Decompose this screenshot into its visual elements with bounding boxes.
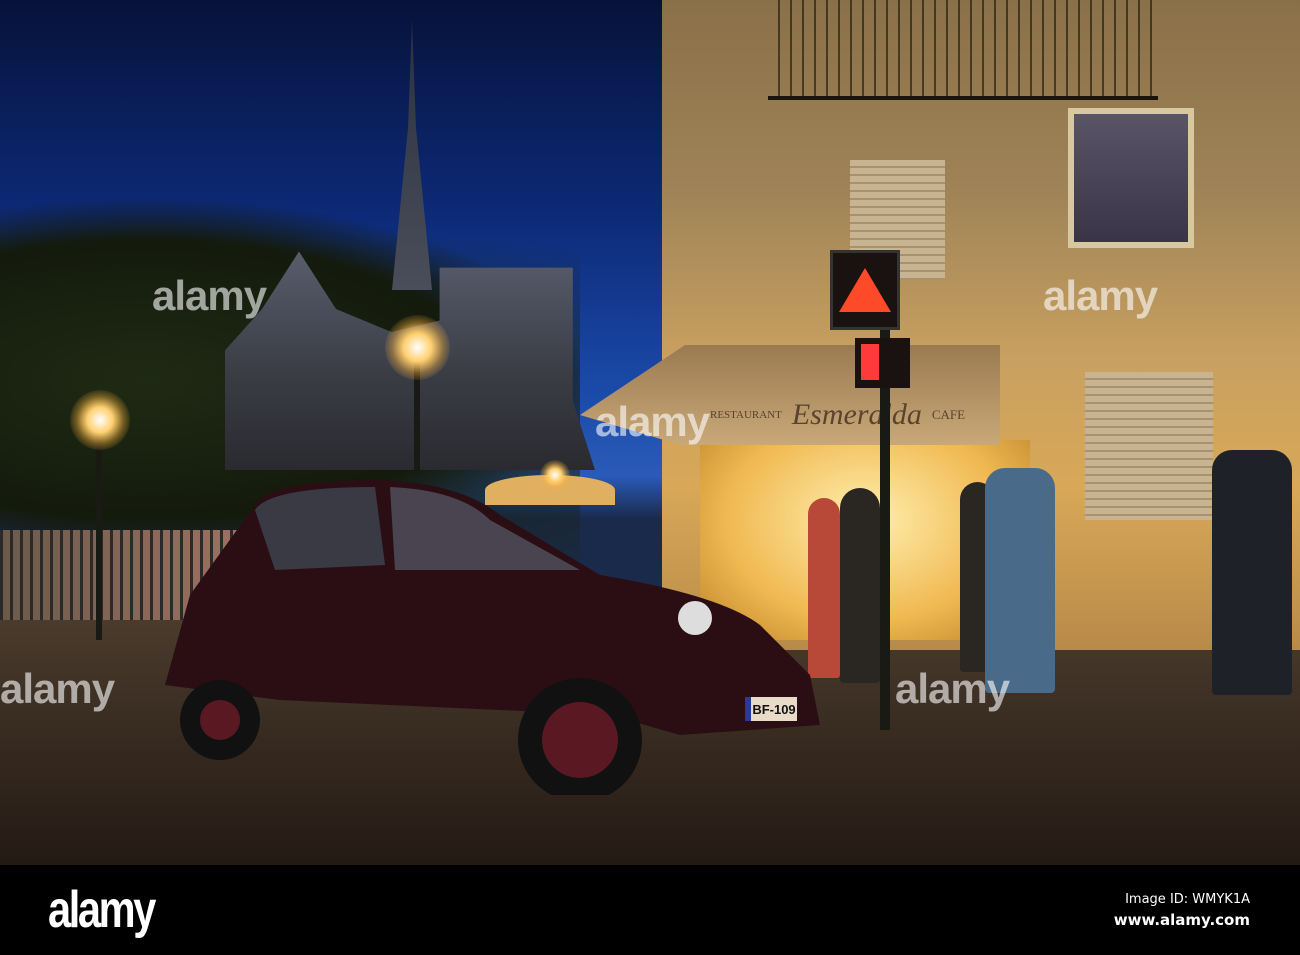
alamy-logo: alamy [48,881,156,939]
window [1068,108,1194,248]
shutter-door [1085,372,1213,520]
street-lamp [70,390,130,450]
watermark: alamy [0,665,115,712]
warning-triangle-icon [839,268,891,312]
license-plate: BF-109 [745,697,797,721]
pedestrian-warning-sign [830,250,900,330]
car-window [390,487,580,570]
balcony-railing [768,0,1158,100]
person [1212,450,1292,695]
cathedral-spire [392,20,432,290]
person [840,488,880,683]
site-url[interactable]: www.alamy.com [1114,910,1250,930]
sign-restaurant: RESTAURANT [710,409,782,421]
watermark: alamy [895,665,1010,712]
street-lamp [385,315,450,380]
sign-cafe: CAFE [931,407,966,422]
photo: RESTAURANT Esmeralda CAFE BF-109 alamy a… [0,0,1300,865]
car-window [255,487,385,570]
watermark: alamy [595,398,710,445]
hubcap [200,700,240,740]
person [985,468,1055,693]
red-man-icon [861,344,879,380]
hubcap [542,702,618,778]
pedestrian-signal [855,338,910,388]
lamp-post [96,420,102,640]
car-headlight [678,601,712,635]
cafe-sign: RESTAURANT Esmeralda CAFE [710,390,1000,440]
watermark: alamy [1043,272,1158,319]
image-id: Image ID: WMYK1A [1125,892,1250,907]
signal-pole [880,330,890,730]
watermark: alamy [152,272,267,319]
footer-bar: alamy Image ID: WMYK1A www.alamy.com [0,865,1300,955]
image-meta: Image ID: WMYK1A www.alamy.com [1114,890,1250,930]
sign-esmeralda: Esmeralda [791,398,922,431]
citroen-2cv-car [165,480,820,795]
